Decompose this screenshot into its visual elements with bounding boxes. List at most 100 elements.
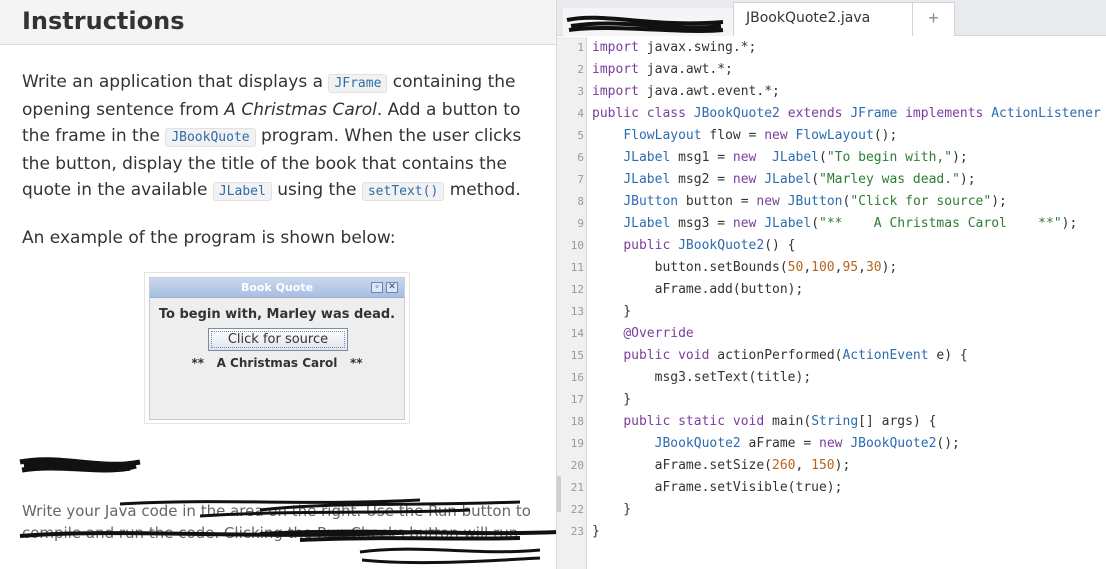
code-line[interactable]: 17 } [557,389,1106,411]
code-editor-panel: JBookQuote2.java + 1 import javax.swing.*… [556,0,1106,569]
code-text: aFrame.setVisible(true); [592,480,843,495]
code-line[interactable]: 18 public static void main(String[] args… [557,411,1106,433]
code-text: } [592,392,632,407]
code-text: FlowLayout flow = new FlowLayout(); [623,128,898,143]
line-number: 10 [570,239,584,252]
example-image: Book Quote ▫ ✕ To begin with, Marley was… [144,272,410,424]
code-text: } [592,502,632,517]
example-label-quote: To begin with, Marley was dead. [158,307,396,322]
code-text: msg3.setText(title); [592,370,812,385]
code-text: button.setBounds(50,100,95,30); [592,260,898,275]
code-text: @Override [623,326,694,341]
instructions-header: Instructions [0,0,556,45]
instructions-panel: Instructions Write an application that d… [0,0,556,569]
code-editor[interactable]: 1 import javax.swing.*; 2 import java.awt.*… [557,37,1106,569]
line-number: 4 [577,107,584,120]
code-settext: setText() [361,182,445,201]
code-jframe: JFrame [328,74,388,93]
editor-tab-redacted[interactable] [563,8,733,36]
code-text: JBookQuote2 aFrame = new JBookQuote2(); [654,436,960,451]
code-line[interactable]: 16 msg3.setText(title); [557,367,1106,389]
instructions-paragraph: Write an application that displays a JFr… [22,69,542,205]
line-number: 21 [570,481,584,494]
example-intro: An example of the program is shown below… [22,228,396,248]
code-text: JLabel msg3 = new JLabel("** A Christmas… [623,216,1078,231]
code-text: JLabel msg2 = new JLabel("Marley was dea… [623,172,976,187]
code-line[interactable]: 1 import javax.swing.*; [557,37,1106,59]
redaction-scribbles [566,15,724,33]
line-number: 19 [570,437,584,450]
line-number: 12 [570,283,584,296]
redaction-scribbles [19,457,556,565]
code-line[interactable]: 21 aFrame.setVisible(true); [557,477,1106,499]
code-line[interactable]: 4 public class JBookQuote2 extends JFrame… [557,103,1106,125]
code-text: public class JBookQuote2 extends JFrame … [592,106,1101,121]
editor-tab-bar: JBookQuote2.java + [557,0,1106,36]
line-number: 11 [570,261,584,274]
editor-tab-title: JBookQuote2.java [746,10,871,26]
line-number: 20 [570,459,584,472]
code-text: public JBookQuote2() { [623,238,796,253]
code-text: import javax.swing.*; [592,40,757,55]
code-line[interactable]: 10 public JBookQuote2() { [557,235,1106,257]
code-text: public void actionPerformed(ActionEvent … [623,348,968,363]
code-line[interactable]: 6 JLabel msg1 = new JLabel("To begin wit… [557,147,1106,169]
code-line[interactable]: 5 FlowLayout flow = new FlowLayout(); [557,125,1106,147]
line-number: 22 [570,503,584,516]
code-text: aFrame.add(button); [592,282,804,297]
line-number: 7 [577,173,584,186]
line-number: 6 [577,151,584,164]
code-text: } [592,524,600,539]
line-number: 8 [577,195,584,208]
plus-icon: + [928,8,939,28]
line-number: 9 [577,217,584,230]
code-line[interactable]: 23} [557,521,1106,543]
code-text: import java.awt.*; [592,62,733,77]
line-number: 3 [577,85,584,98]
redaction-stroke [119,498,521,518]
code-line[interactable]: 19 JBookQuote2 aFrame = new JBookQuote2(… [557,433,1106,455]
code-line[interactable]: 22 } [557,499,1106,521]
text: method. [444,180,521,200]
close-glyph: ✕ [388,281,396,291]
editor-tab-active[interactable]: JBookQuote2.java [733,2,913,36]
code-line[interactable]: 8 JButton button = new JButton("Click fo… [557,191,1106,213]
code-line[interactable]: 13 } [557,301,1106,323]
line-number: 16 [570,371,584,384]
add-tab-button[interactable]: + [913,2,955,36]
redaction-stroke [19,457,141,473]
code-text: } [592,304,632,319]
redaction-stroke [19,529,556,542]
code-line[interactable]: 14 @Override [557,323,1106,345]
code-line[interactable]: 2 import java.awt.*; [557,59,1106,81]
code-line[interactable]: 12 aFrame.add(button); [557,279,1106,301]
redaction-stroke [566,15,724,33]
text: using the [271,180,362,200]
close-icon: ✕ [386,281,398,293]
text: Write an application that displays a [22,72,329,92]
line-number: 1 [577,41,584,54]
code-line[interactable]: 9 JLabel msg3 = new JLabel("** A Christm… [557,213,1106,235]
code-jbookquote: JBookQuote [165,128,256,147]
redaction-stroke [359,547,541,565]
line-number: 17 [570,393,584,406]
code-line[interactable]: 15 public void actionPerformed(ActionEve… [557,345,1106,367]
code-text: aFrame.setSize(260, 150); [592,458,851,473]
code-line[interactable]: 20 aFrame.setSize(260, 150); [557,455,1106,477]
code-line[interactable]: 3 import java.awt.event.*; [557,81,1106,103]
example-window-title: Book Quote [240,281,314,294]
restore-glyph: ▫ [375,281,379,291]
editor-scroll-marker[interactable] [557,476,561,512]
example-label-title: ** A Christmas Carol ** [191,356,363,370]
code-line[interactable]: 7 JLabel msg2 = new JLabel("Marley was d… [557,169,1106,191]
code-text: public static void main(String[] args) { [623,414,937,429]
line-number: 2 [577,63,584,76]
code-text: JButton button = new JButton("Click for … [623,194,1007,209]
line-number: 13 [570,305,584,318]
example-window: Book Quote ▫ ✕ To begin with, Marley was… [149,277,405,420]
code-text: JLabel msg1 = new JLabel("To begin with,… [623,150,968,165]
code-line[interactable]: 11 button.setBounds(50,100,95,30); [557,257,1106,279]
line-number: 14 [570,327,584,340]
line-number: 18 [570,415,584,428]
restore-icon: ▫ [371,281,383,293]
